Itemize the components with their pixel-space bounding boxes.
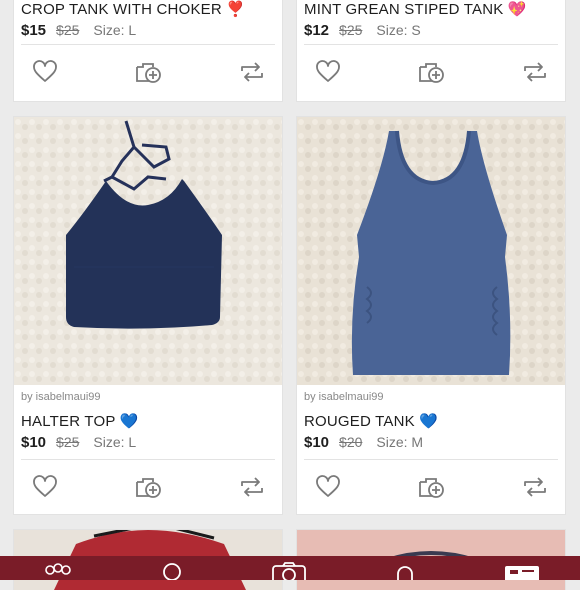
add-to-bundle-icon[interactable] [417, 473, 445, 501]
listing-photo[interactable] [297, 117, 565, 385]
listing-title[interactable]: MINT GREAN STIPED TANK 💖 [304, 0, 558, 18]
heart-icon[interactable] [31, 58, 59, 86]
original-price: $25 [56, 22, 80, 38]
heart-icon[interactable] [314, 473, 342, 501]
listing-photo[interactable] [14, 117, 282, 385]
divider [304, 44, 558, 45]
listing-size: Size: S [376, 22, 421, 38]
seller-name[interactable]: by isabelmaui99 [304, 391, 558, 403]
price-line: $10 $25 Size: L [21, 434, 275, 451]
listing-card[interactable]: CROP TANK WITH CHOKER ❣️ $15 $25 Size: L [14, 0, 282, 101]
seller-name[interactable]: by isabelmaui99 [21, 391, 275, 403]
price-line: $10 $20 Size: M [304, 434, 558, 451]
camera-icon[interactable] [271, 560, 307, 585]
add-to-bundle-icon[interactable] [417, 58, 445, 86]
price-line: $12 $25 Size: S [304, 22, 558, 39]
listing-price: $10 [304, 434, 330, 451]
closet-icon[interactable] [40, 560, 76, 580]
add-to-bundle-icon[interactable] [134, 473, 162, 501]
listing-size: Size: M [376, 434, 424, 450]
original-price: $25 [56, 434, 80, 450]
listing-title[interactable]: ROUGED TANK 💙 [304, 412, 558, 430]
listing-card[interactable]: MINT GREAN STIPED TANK 💖 $12 $25 Size: S [297, 0, 565, 101]
original-price: $25 [339, 22, 363, 38]
heart-icon[interactable] [314, 58, 342, 86]
listing-card[interactable]: by isabelmaui99 HALTER TOP 💙 $10 $25 Size:… [14, 117, 282, 514]
heart-icon[interactable] [31, 473, 59, 501]
listing-price: $12 [304, 22, 330, 39]
bottom-tab-bar [0, 556, 580, 585]
listing-price: $15 [21, 22, 47, 39]
account-icon[interactable] [504, 560, 540, 582]
original-price: $20 [339, 434, 363, 450]
notifications-icon[interactable] [387, 560, 423, 580]
share-icon[interactable] [521, 58, 549, 86]
share-icon[interactable] [521, 473, 549, 501]
add-to-bundle-icon[interactable] [134, 58, 162, 86]
listing-title[interactable]: HALTER TOP 💙 [21, 412, 275, 430]
listing-title[interactable]: CROP TANK WITH CHOKER ❣️ [21, 0, 275, 18]
divider [21, 459, 275, 460]
divider [21, 44, 275, 45]
divider [304, 459, 558, 460]
listing-size: Size: L [93, 434, 137, 450]
listing-price: $10 [21, 434, 47, 451]
share-icon[interactable] [238, 58, 266, 86]
search-icon[interactable] [154, 560, 190, 581]
share-icon[interactable] [238, 473, 266, 501]
listing-size: Size: L [93, 22, 137, 38]
listing-card[interactable]: by isabelmaui99 ROUGED TANK 💙 $10 $20 Size… [297, 117, 565, 514]
price-line: $15 $25 Size: L [21, 22, 275, 39]
